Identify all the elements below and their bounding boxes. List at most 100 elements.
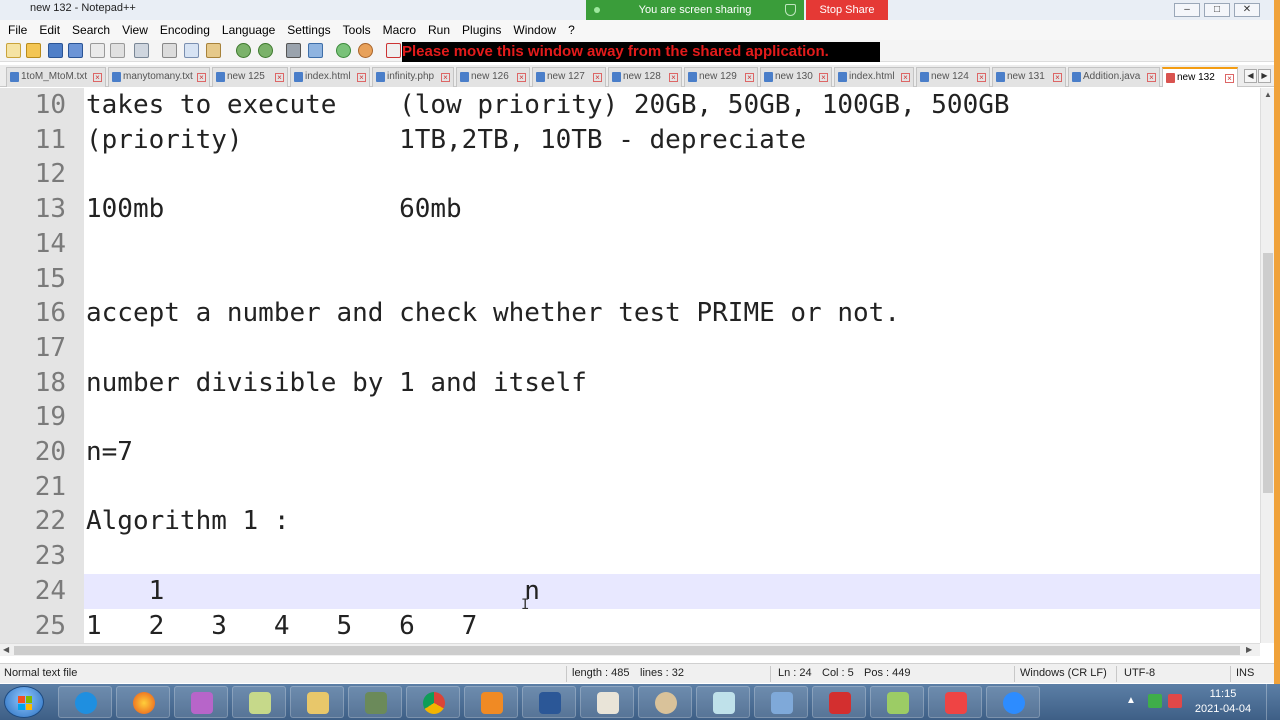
- notepad-plus-plus-icon[interactable]: [870, 686, 924, 718]
- tab-close-icon[interactable]: ×: [517, 73, 526, 82]
- tab-close-icon[interactable]: ×: [1225, 74, 1234, 83]
- menu-language[interactable]: Language: [216, 23, 281, 37]
- file-explorer-icon[interactable]: [290, 686, 344, 718]
- minimize-button[interactable]: –: [1174, 3, 1200, 17]
- horizontal-scrollbar[interactable]: ◀ ▶: [0, 643, 1260, 656]
- maximize-button[interactable]: □: [1204, 3, 1230, 17]
- tab-new-126[interactable]: new 126 ×: [456, 67, 530, 87]
- tab-manytomany[interactable]: manytomany.txt ×: [108, 67, 210, 87]
- tab-close-icon[interactable]: ×: [593, 73, 602, 82]
- start-button[interactable]: [4, 686, 44, 718]
- tab-new-131[interactable]: new 131 ×: [992, 67, 1066, 87]
- line-text: Algorithm 1 :: [86, 506, 290, 537]
- remote-desktop-icon[interactable]: [754, 686, 808, 718]
- tab-close-icon[interactable]: ×: [745, 73, 754, 82]
- tab-close-icon[interactable]: ×: [441, 73, 450, 82]
- sync-icon[interactable]: [386, 43, 401, 58]
- menu-view[interactable]: View: [116, 23, 154, 37]
- java-icon[interactable]: [580, 686, 634, 718]
- tab-close-icon[interactable]: ×: [669, 73, 678, 82]
- tab-new-127[interactable]: new 127 ×: [532, 67, 606, 87]
- print-icon[interactable]: [134, 43, 149, 58]
- menu-help[interactable]: ?: [562, 23, 581, 37]
- horizontal-scroll-thumb[interactable]: [14, 646, 1240, 655]
- scroll-left-icon[interactable]: ◀: [3, 645, 9, 654]
- vertical-scroll-thumb[interactable]: [1263, 253, 1273, 493]
- document-icon: [996, 72, 1005, 82]
- scroll-up-icon[interactable]: ▲: [1264, 90, 1272, 99]
- acrobat-icon[interactable]: [812, 686, 866, 718]
- media-player-icon[interactable]: [464, 686, 518, 718]
- tab-new-130[interactable]: new 130 ×: [760, 67, 832, 87]
- vertical-scrollbar[interactable]: ▲: [1260, 88, 1274, 643]
- menu-run[interactable]: Run: [422, 23, 456, 37]
- paste-icon[interactable]: [206, 43, 221, 58]
- menu-settings[interactable]: Settings: [281, 23, 336, 37]
- menu-edit[interactable]: Edit: [33, 23, 66, 37]
- redo-icon[interactable]: [258, 43, 273, 58]
- chrome-icon[interactable]: [406, 686, 460, 718]
- new-file-icon[interactable]: [6, 43, 21, 58]
- zoom-icon[interactable]: [986, 686, 1040, 718]
- tab-new-132[interactable]: new 132 ×: [1162, 67, 1238, 87]
- internet-explorer-icon[interactable]: [58, 686, 112, 718]
- open-file-icon[interactable]: [26, 43, 41, 58]
- tab-close-icon[interactable]: ×: [1147, 73, 1156, 82]
- undo-icon[interactable]: [236, 43, 251, 58]
- anydesk-icon[interactable]: [928, 686, 982, 718]
- tab-new-128[interactable]: new 128 ×: [608, 67, 682, 87]
- tab-close-icon[interactable]: ×: [901, 73, 910, 82]
- menu-window[interactable]: Window: [507, 23, 562, 37]
- tab-close-icon[interactable]: ×: [275, 73, 284, 82]
- stop-share-button[interactable]: Stop Share: [806, 0, 888, 20]
- scroll-right-icon[interactable]: ▶: [1246, 645, 1252, 654]
- menu-search[interactable]: Search: [66, 23, 116, 37]
- tab-close-icon[interactable]: ×: [197, 73, 206, 82]
- tab-close-icon[interactable]: ×: [357, 73, 366, 82]
- tab-1toM-MtoM[interactable]: 1toM_MtoM.txt ×: [6, 67, 106, 87]
- find-icon[interactable]: [286, 43, 301, 58]
- tab-scroll-left-button[interactable]: ◀: [1244, 69, 1257, 83]
- screen-tool-icon[interactable]: [696, 686, 750, 718]
- tab-close-icon[interactable]: ×: [819, 73, 828, 82]
- tab-index-html[interactable]: index.html ×: [290, 67, 370, 87]
- tab-new-125[interactable]: new 125 ×: [212, 67, 288, 87]
- zoom-in-icon[interactable]: [336, 43, 351, 58]
- zoom-out-icon[interactable]: [358, 43, 373, 58]
- close-all-icon[interactable]: [110, 43, 125, 58]
- tab-addition-java[interactable]: Addition.java ×: [1068, 67, 1160, 87]
- menu-macro[interactable]: Macro: [377, 23, 422, 37]
- close-icon[interactable]: [90, 43, 105, 58]
- tray-app-icon[interactable]: [1148, 694, 1162, 708]
- menu-tools[interactable]: Tools: [337, 23, 377, 37]
- menu-plugins[interactable]: Plugins: [456, 23, 507, 37]
- tab-scroll-right-button[interactable]: ▶: [1258, 69, 1271, 83]
- tray-security-icon[interactable]: [1168, 694, 1182, 708]
- tab-close-icon[interactable]: ×: [1053, 73, 1062, 82]
- copy-icon[interactable]: [184, 43, 199, 58]
- show-desktop-button[interactable]: [1266, 684, 1280, 720]
- paint-icon[interactable]: [638, 686, 692, 718]
- tab-close-icon[interactable]: ×: [93, 73, 102, 82]
- tab-new-124[interactable]: new 124 ×: [916, 67, 990, 87]
- tab-index-html-2[interactable]: index.html ×: [834, 67, 914, 87]
- tray-expand-icon[interactable]: ▲: [1126, 694, 1140, 708]
- line-text: takes to execute (low priority) 20GB, 50…: [86, 90, 1010, 120]
- replace-icon[interactable]: [308, 43, 323, 58]
- tab-close-icon[interactable]: ×: [977, 73, 986, 82]
- taskbar-clock[interactable]: 11:15 2021-04-04: [1192, 687, 1254, 717]
- word-icon[interactable]: [522, 686, 576, 718]
- cut-icon[interactable]: [162, 43, 177, 58]
- app-installer-icon[interactable]: [348, 686, 402, 718]
- menu-encoding[interactable]: Encoding: [154, 23, 216, 37]
- close-window-button[interactable]: ✕: [1234, 3, 1260, 17]
- save-all-icon[interactable]: [68, 43, 83, 58]
- save-icon[interactable]: [48, 43, 63, 58]
- tab-infinity-php[interactable]: infinity.php ×: [372, 67, 454, 87]
- menu-file[interactable]: File: [2, 23, 33, 37]
- visual-studio-icon[interactable]: [174, 686, 228, 718]
- notes-icon[interactable]: [232, 686, 286, 718]
- firefox-icon[interactable]: [116, 686, 170, 718]
- text-editor[interactable]: 10 takes to execute (low priority) 20GB, …: [0, 88, 1260, 643]
- tab-new-129[interactable]: new 129 ×: [684, 67, 758, 87]
